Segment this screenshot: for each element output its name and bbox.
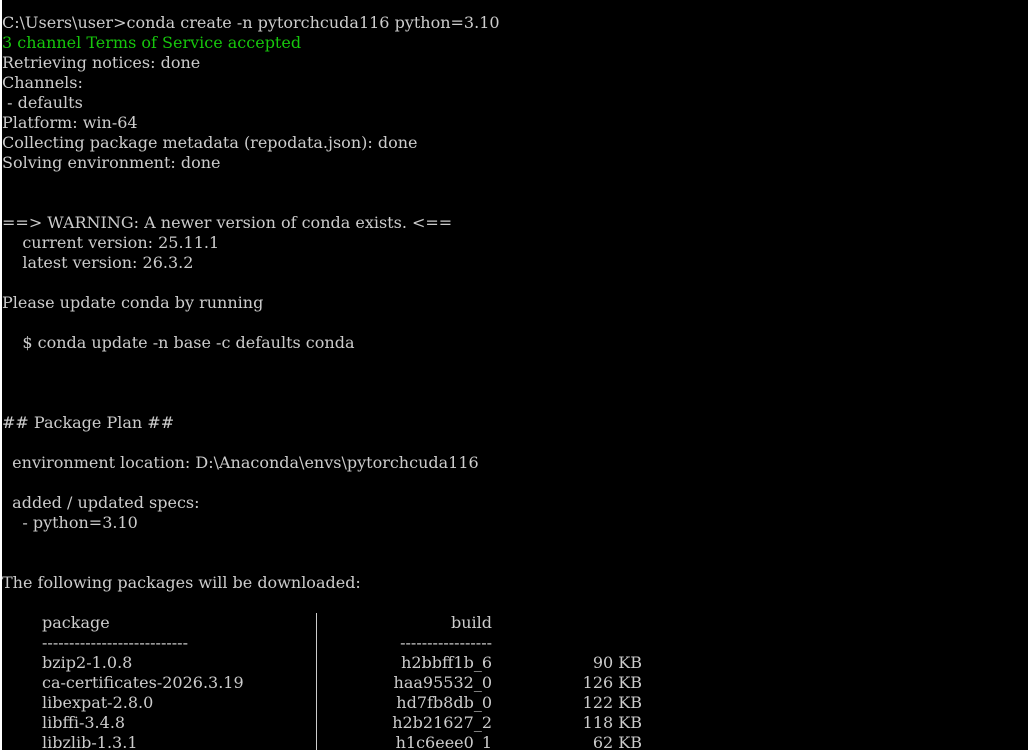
environment-location-line: environment location: D:\Anaconda\envs\p…: [2, 453, 479, 472]
package-plan-heading: ## Package Plan ##: [2, 413, 175, 432]
package-size: 62 KB: [592, 733, 642, 750]
package-size: 118 KB: [582, 713, 642, 732]
package-build: h2bbff1b_6: [401, 653, 492, 672]
latest-version-line: latest version: 26.3.2: [2, 253, 194, 272]
separator-build: -----------------: [400, 633, 492, 652]
column-header-build: build: [450, 613, 492, 632]
update-command-line: $ conda update -n base -c defaults conda: [2, 333, 355, 352]
table-separator-row: --------------------------- ------------…: [2, 633, 1022, 653]
output-line: - defaults: [2, 93, 83, 112]
package-name: bzip2-1.0.8: [42, 653, 133, 672]
spec-item: - python=3.10: [2, 513, 138, 532]
output-line: Solving environment: done: [2, 153, 221, 172]
output-line: Please update conda by running: [2, 293, 264, 312]
table-row: ca-certificates-2026.3.19 haa95532_0 126…: [2, 673, 1022, 693]
package-name: libffi-3.4.8: [42, 713, 126, 732]
package-build: h1c6eee0_1: [395, 733, 492, 750]
package-build: h2b21627_2: [392, 713, 492, 732]
download-heading: The following packages will be downloade…: [2, 573, 361, 592]
tos-accepted-line: 3 channel Terms of Service accepted: [2, 33, 302, 52]
specs-heading: added / updated specs:: [2, 493, 200, 512]
output-line: Platform: win-64: [2, 113, 138, 132]
column-header-package: package: [42, 613, 110, 632]
package-build: hd7fb8db_0: [396, 693, 492, 712]
table-header-row: package build: [2, 613, 1022, 633]
package-name: libzlib-1.3.1: [42, 733, 138, 750]
terminal-window[interactable]: C:\Users\user>conda create -n pytorchcud…: [0, 0, 1028, 750]
table-row: libffi-3.4.8 h2b21627_2 118 KB: [2, 713, 1022, 733]
command-line: C:\Users\user>conda create -n pytorchcud…: [2, 13, 500, 32]
package-build: haa95532_0: [393, 673, 492, 692]
output-line: Channels:: [2, 73, 83, 92]
package-name: ca-certificates-2026.3.19: [42, 673, 244, 692]
package-name: libexpat-2.8.0: [42, 693, 154, 712]
package-size: 90 KB: [592, 653, 642, 672]
package-size: 122 KB: [582, 693, 642, 712]
table-row: libzlib-1.3.1 h1c6eee0_1 62 KB: [2, 733, 1022, 750]
output-line: Collecting package metadata (repodata.js…: [2, 133, 418, 152]
warning-line: ==> WARNING: A newer version of conda ex…: [2, 213, 453, 232]
table-row: libexpat-2.8.0 hd7fb8db_0 122 KB: [2, 693, 1022, 713]
table-column-divider: [316, 613, 317, 750]
output-line: Retrieving notices: done: [2, 53, 201, 72]
table-row: bzip2-1.0.8 h2bbff1b_6 90 KB: [2, 653, 1022, 673]
package-size: 126 KB: [582, 673, 642, 692]
console-output: C:\Users\user>conda create -n pytorchcud…: [2, 13, 1022, 750]
separator-package: ---------------------------: [42, 633, 188, 652]
current-version-line: current version: 25.11.1: [2, 233, 220, 252]
